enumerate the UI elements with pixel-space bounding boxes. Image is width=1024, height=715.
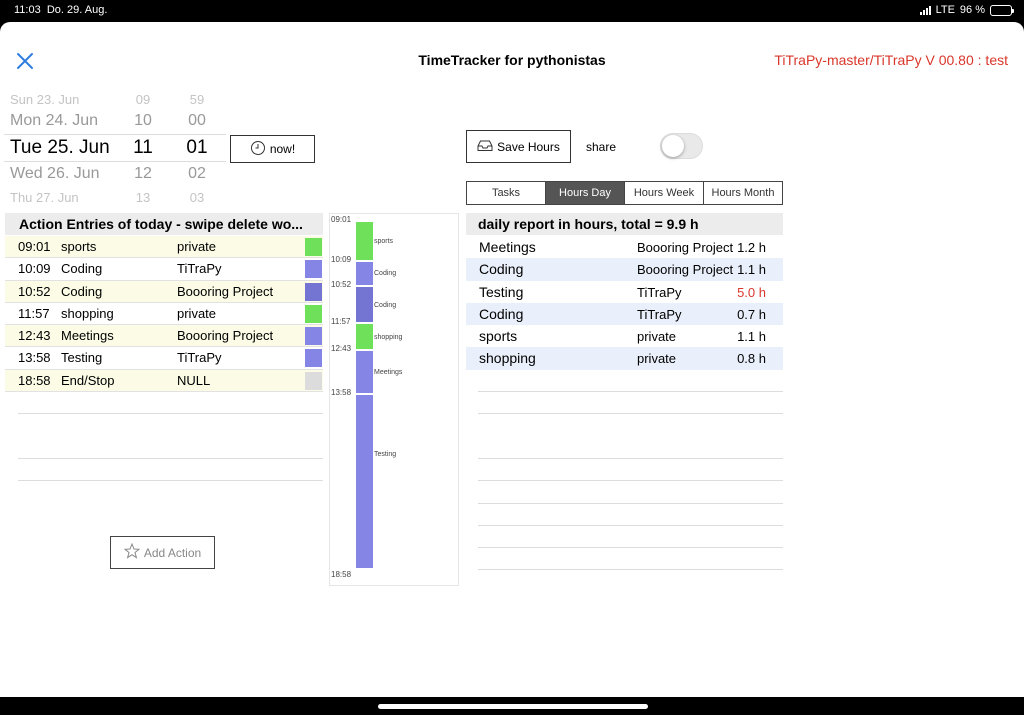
divider [478, 569, 783, 570]
timeline-label: Testing [374, 451, 397, 459]
actions-table-header: Action Entries of today - swipe delete w… [5, 213, 323, 235]
timeline-bar [356, 222, 373, 260]
timeline-bar [356, 351, 373, 394]
picker-row[interactable]: Wed 26. Jun 12 02 [4, 165, 226, 191]
day-timeline: 09:01 sports 10:09 Coding 10:52 Coding 11:57 sh… [329, 213, 459, 586]
share-toggle[interactable] [660, 133, 703, 159]
tab-hours-month[interactable]: Hours Month [704, 182, 782, 204]
divider [478, 525, 783, 526]
battery-icon [990, 4, 1014, 16]
color-swatch [305, 371, 322, 390]
report-row[interactable]: Testing TiTraPy 5.0 h [466, 281, 783, 303]
table-row[interactable]: 10:52 Coding Boooring Project [5, 280, 323, 303]
datetime-picker[interactable]: Sun 23. Jun 09 59 Mon 24. Jun 10 00 Tue 25. … [4, 92, 226, 204]
timeline-label: sports [374, 237, 394, 245]
table-row[interactable]: 09:01 sports private [5, 236, 323, 259]
divider [478, 458, 783, 459]
tab-hours-week[interactable]: Hours Week [625, 182, 704, 204]
add-action-label: Add Action [143, 545, 202, 560]
toggle-knob [662, 135, 684, 157]
close-icon[interactable] [14, 50, 36, 72]
timeline-time: 12:43 [331, 344, 352, 354]
home-indicator[interactable] [378, 704, 648, 709]
timeline-bar [356, 286, 373, 323]
timeline-label: Meetings [374, 369, 403, 377]
status-bar: 11:03 Do. 29. Aug. LTE 96 % [0, 0, 1024, 22]
app-screen: TimeTracker for pythonistas TiTraPy-mast… [0, 22, 1024, 697]
report-table-header: daily report in hours, total = 9.9 h [466, 213, 783, 235]
network-label: LTE [935, 4, 955, 16]
divider [18, 480, 323, 481]
view-tabs: Tasks Hours Day Hours Week Hours Month [466, 181, 783, 205]
color-swatch [305, 282, 322, 301]
now-button[interactable]: now! [230, 135, 315, 163]
timeline-time: 09:01 [331, 215, 352, 224]
tab-hours-day[interactable]: Hours Day [546, 182, 625, 204]
table-row[interactable]: 18:58 End/Stop NULL [5, 369, 323, 393]
table-row[interactable]: 10:09 Coding TiTraPy [5, 258, 323, 281]
divider [478, 480, 783, 481]
picker-row[interactable]: Thu 27. Jun 13 03 [4, 190, 226, 204]
share-label: share [586, 140, 617, 154]
timeline-time: 10:52 [331, 279, 352, 289]
save-hours-label: Save Hours [497, 139, 560, 154]
timeline-label: Coding [374, 270, 397, 278]
status-time: 11:03 Do. 29. Aug. [14, 4, 108, 16]
divider [478, 503, 783, 504]
star-icon [123, 542, 141, 562]
timeline-label: Coding [374, 301, 397, 309]
signal-icon [919, 5, 931, 15]
timeline-time: 11:57 [331, 317, 351, 327]
tab-tasks[interactable]: Tasks [467, 182, 546, 204]
divider [18, 458, 323, 459]
save-hours-button[interactable]: Save Hours [466, 130, 571, 163]
timeline-bar [356, 324, 373, 350]
color-swatch [305, 238, 322, 256]
color-swatch [305, 260, 322, 279]
divider [478, 547, 783, 548]
divider [478, 391, 783, 392]
now-button-label: now! [269, 142, 296, 156]
divider [18, 413, 323, 414]
timeline-time: 10:09 [331, 254, 352, 264]
battery-percent: 96 % [959, 4, 985, 16]
picker-row[interactable]: Mon 24. Jun 10 00 [4, 112, 226, 138]
divider [478, 413, 783, 414]
report-row[interactable]: Coding Boooring Project 1.1 h [466, 258, 783, 281]
timeline-bar [356, 395, 373, 568]
timeline-time: 18:58 [331, 570, 352, 579]
add-action-button[interactable]: Add Action [110, 536, 215, 569]
report-row[interactable]: Meetings Boooring Project 1.2 h [466, 236, 783, 258]
clock-icon [250, 140, 266, 159]
tray-icon [477, 138, 493, 155]
actions-table: 09:01 sports private 10:09 Coding TiTraPy 10… [5, 236, 323, 393]
color-swatch [305, 349, 322, 368]
report-row[interactable]: sports private 1.1 h [466, 325, 783, 347]
report-row[interactable]: Coding TiTraPy 0.7 h [466, 302, 783, 326]
color-swatch [305, 327, 322, 346]
table-row[interactable]: 11:57 shopping private [5, 303, 323, 326]
report-table: Meetings Boooring Project 1.2 h Coding Booo… [466, 236, 783, 370]
report-row[interactable]: shopping private 0.8 h [466, 347, 783, 370]
table-row[interactable]: 12:43 Meetings Boooring Project [5, 325, 323, 348]
timeline-label: shopping [374, 333, 403, 341]
page-title: TimeTracker for pythonistas [418, 52, 606, 68]
status-right: LTE 96 % [919, 4, 1014, 16]
table-row[interactable]: 13:58 Testing TiTraPy [5, 347, 323, 370]
timeline-bar [356, 261, 373, 285]
color-swatch [305, 304, 322, 323]
picker-row-selected[interactable]: Tue 25. Jun 11 01 [4, 137, 226, 163]
timeline-time: 13:58 [331, 388, 352, 398]
version-label: TiTraPy-master/TiTraPy V 00.80 : test [774, 52, 1008, 68]
